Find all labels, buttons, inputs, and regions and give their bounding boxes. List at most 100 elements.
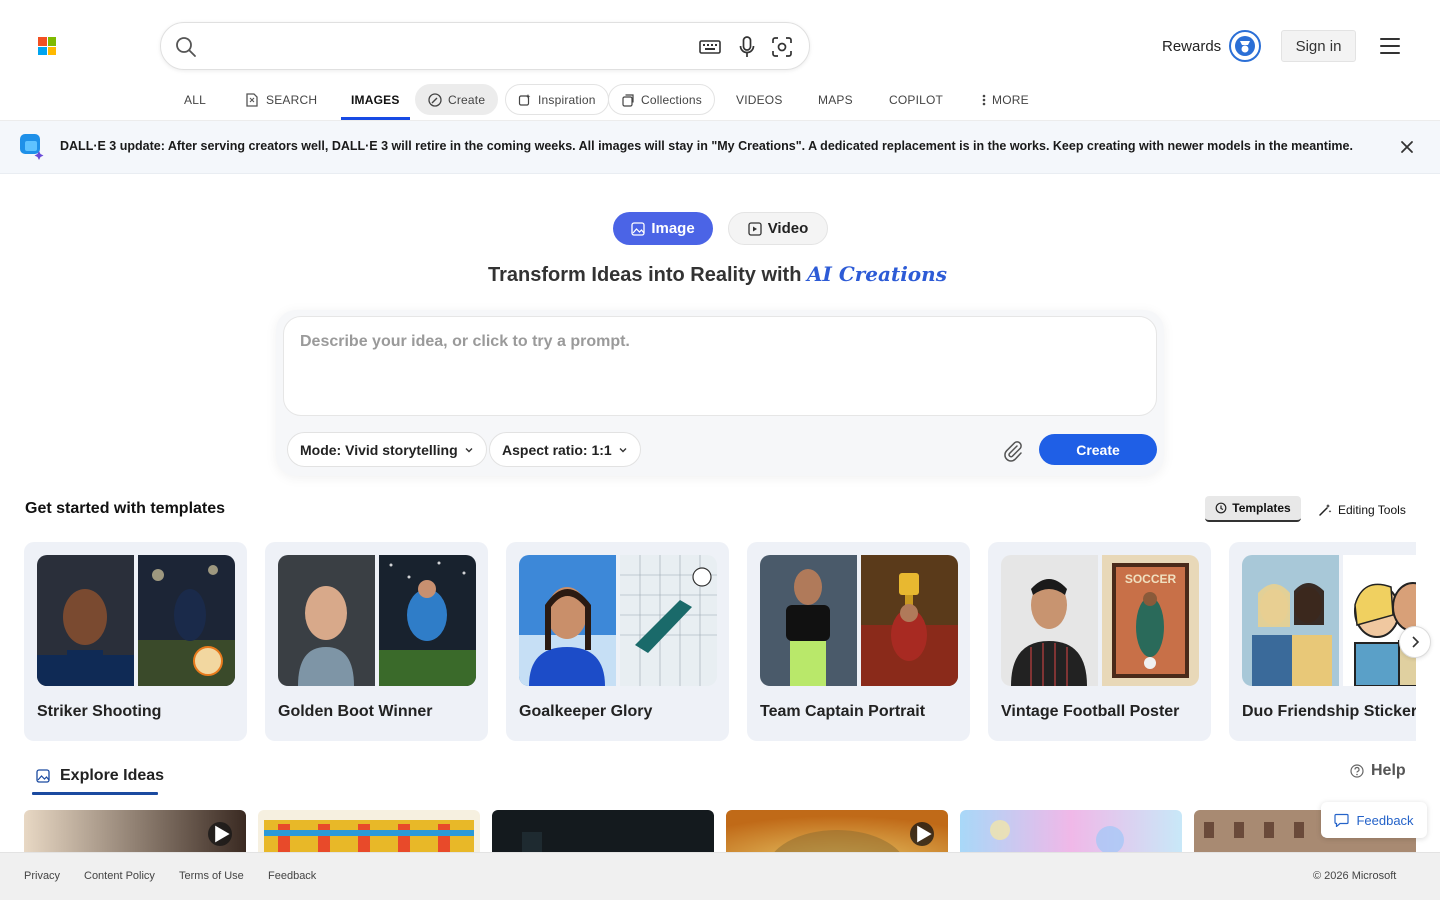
template-portrait-image: [278, 555, 375, 686]
template-card[interactable]: Team Captain Portrait: [747, 542, 970, 741]
templates-tab-label: Templates: [1232, 501, 1291, 515]
template-label: Vintage Football Poster: [1001, 703, 1180, 720]
image-icon: [631, 221, 645, 236]
tab-create[interactable]: Create: [415, 84, 499, 115]
create-brush-icon: [428, 92, 442, 107]
poster-text: SOCCER: [1125, 572, 1177, 586]
keyboard-icon[interactable]: [699, 36, 721, 58]
template-result-image: [138, 555, 235, 686]
templates-icon: [1215, 502, 1227, 514]
help-icon: [1350, 764, 1364, 778]
explore-underline: [32, 792, 158, 795]
template-card[interactable]: Striker Shooting: [24, 542, 247, 741]
explore-thumbnail[interactable]: [492, 810, 714, 852]
search-box: [160, 22, 810, 70]
footer-link-content-policy[interactable]: Content Policy: [84, 870, 155, 882]
create-button[interactable]: Create: [1039, 434, 1157, 465]
template-cards: Striker Shooting Golden Boot Winner Goal…: [0, 542, 1416, 742]
attach-icon[interactable]: [1002, 440, 1024, 467]
template-result-image: SOCCER: [1102, 555, 1199, 686]
explore-thumbnail[interactable]: [24, 810, 246, 852]
tab-search-label: SEARCH: [266, 92, 318, 107]
tab-more[interactable]: MORE: [982, 84, 1029, 115]
tab-copilot[interactable]: COPILOT: [889, 84, 943, 115]
template-result-image: [1343, 555, 1416, 686]
prompt-area: [283, 316, 1157, 416]
template-card[interactable]: Goalkeeper Glory: [506, 542, 729, 741]
copyright: © 2026 Microsoft: [1313, 870, 1397, 882]
collections-icon: [622, 93, 634, 107]
visual-search-icon[interactable]: [771, 36, 793, 58]
menu-icon[interactable]: [1380, 38, 1400, 54]
magic-wand-icon: [1319, 504, 1332, 516]
editing-tools-label: Editing Tools: [1338, 503, 1406, 517]
template-card[interactable]: SOCCER Vintage Football Poster: [988, 542, 1211, 741]
feedback-button[interactable]: Feedback: [1321, 802, 1427, 838]
prompt-input[interactable]: [300, 333, 1140, 403]
tab-all[interactable]: ALL: [184, 84, 206, 115]
video-icon: [748, 221, 762, 236]
aspect-ratio-label: Aspect ratio: 1:1: [502, 441, 612, 458]
search-icon[interactable]: [175, 36, 197, 63]
explore-thumbnail[interactable]: [960, 810, 1182, 852]
tab-search[interactable]: SEARCH: [244, 84, 317, 115]
page-headline: Transform Ideas into Reality with AI Cre…: [0, 262, 1435, 287]
headline-accent: AI Creations: [807, 262, 947, 286]
carousel-next-button[interactable]: [1399, 626, 1431, 658]
mode-dropdown[interactable]: Mode: Vivid storytelling: [287, 432, 487, 467]
tab-collections[interactable]: Collections: [608, 84, 715, 115]
footer-link-feedback[interactable]: Feedback: [268, 870, 316, 882]
tab-images-label: IMAGES: [351, 92, 400, 107]
template-portrait-image: [1001, 555, 1098, 686]
template-label: Striker Shooting: [37, 703, 162, 720]
templates-tab[interactable]: Templates: [1205, 496, 1301, 522]
chevron-right-icon: [1412, 636, 1420, 648]
explore-ideas-label: Explore Ideas: [60, 767, 165, 784]
play-icon: [208, 822, 232, 846]
rewards-button[interactable]: Rewards: [1162, 30, 1262, 62]
image-mode-button[interactable]: Image: [613, 212, 713, 245]
inspiration-icon: [518, 93, 531, 106]
editing-tools-tab[interactable]: Editing Tools: [1318, 497, 1406, 523]
tab-inspiration[interactable]: Inspiration: [505, 84, 609, 115]
template-result-image: [379, 555, 476, 686]
page: Rewards Sign in ALL SEARCH IMAGES Create…: [0, 0, 1440, 900]
template-label: Goalkeeper Glory: [519, 703, 653, 720]
footer: Privacy Content Policy Terms of Use Feed…: [0, 852, 1440, 900]
close-icon[interactable]: [1400, 140, 1414, 159]
template-card[interactable]: Golden Boot Winner: [265, 542, 488, 741]
search-input[interactable]: [209, 33, 679, 61]
template-label: Team Captain Portrait: [760, 703, 926, 720]
explore-thumbnails: [0, 810, 1416, 852]
video-mode-button[interactable]: Video: [728, 212, 828, 245]
more-dots-icon: [982, 94, 986, 105]
rewards-medal-icon: [1229, 30, 1262, 62]
tab-inspiration-label: Inspiration: [538, 92, 596, 107]
tab-videos[interactable]: VIDEOS: [736, 84, 783, 115]
template-portrait-image: [760, 555, 857, 686]
chevron-down-icon: [465, 447, 473, 452]
tab-maps[interactable]: MAPS: [818, 84, 853, 115]
tab-images[interactable]: IMAGES: [341, 84, 410, 120]
tab-copilot-label: COPILOT: [889, 92, 944, 107]
footer-link-terms[interactable]: Terms of Use: [179, 870, 244, 882]
microsoft-logo-icon[interactable]: [38, 37, 56, 55]
template-label: Duo Friendship Sticker: [1242, 703, 1416, 720]
rewards-label: Rewards: [1162, 37, 1222, 55]
microphone-icon[interactable]: [736, 36, 758, 58]
template-result-image: [861, 555, 958, 686]
explore-thumbnail[interactable]: [258, 810, 480, 852]
banner-text: DALL·E 3 update: After serving creators …: [60, 139, 1353, 153]
template-card[interactable]: Duo Friendship Sticker: [1229, 542, 1416, 741]
aspect-ratio-dropdown[interactable]: Aspect ratio: 1:1: [489, 432, 641, 467]
explore-ideas-tab[interactable]: Explore Ideas: [36, 764, 164, 788]
help-button[interactable]: Help: [1350, 762, 1406, 780]
video-mode-label: Video: [767, 220, 809, 237]
sign-in-button[interactable]: Sign in: [1281, 30, 1356, 62]
template-portrait-image: [37, 555, 134, 686]
footer-link-privacy[interactable]: Privacy: [24, 870, 60, 882]
template-portrait-image: [519, 555, 616, 686]
explore-thumbnail[interactable]: [726, 810, 948, 852]
template-portrait-image: [1242, 555, 1339, 686]
mode-dropdown-label: Mode: Vivid storytelling: [300, 441, 458, 458]
